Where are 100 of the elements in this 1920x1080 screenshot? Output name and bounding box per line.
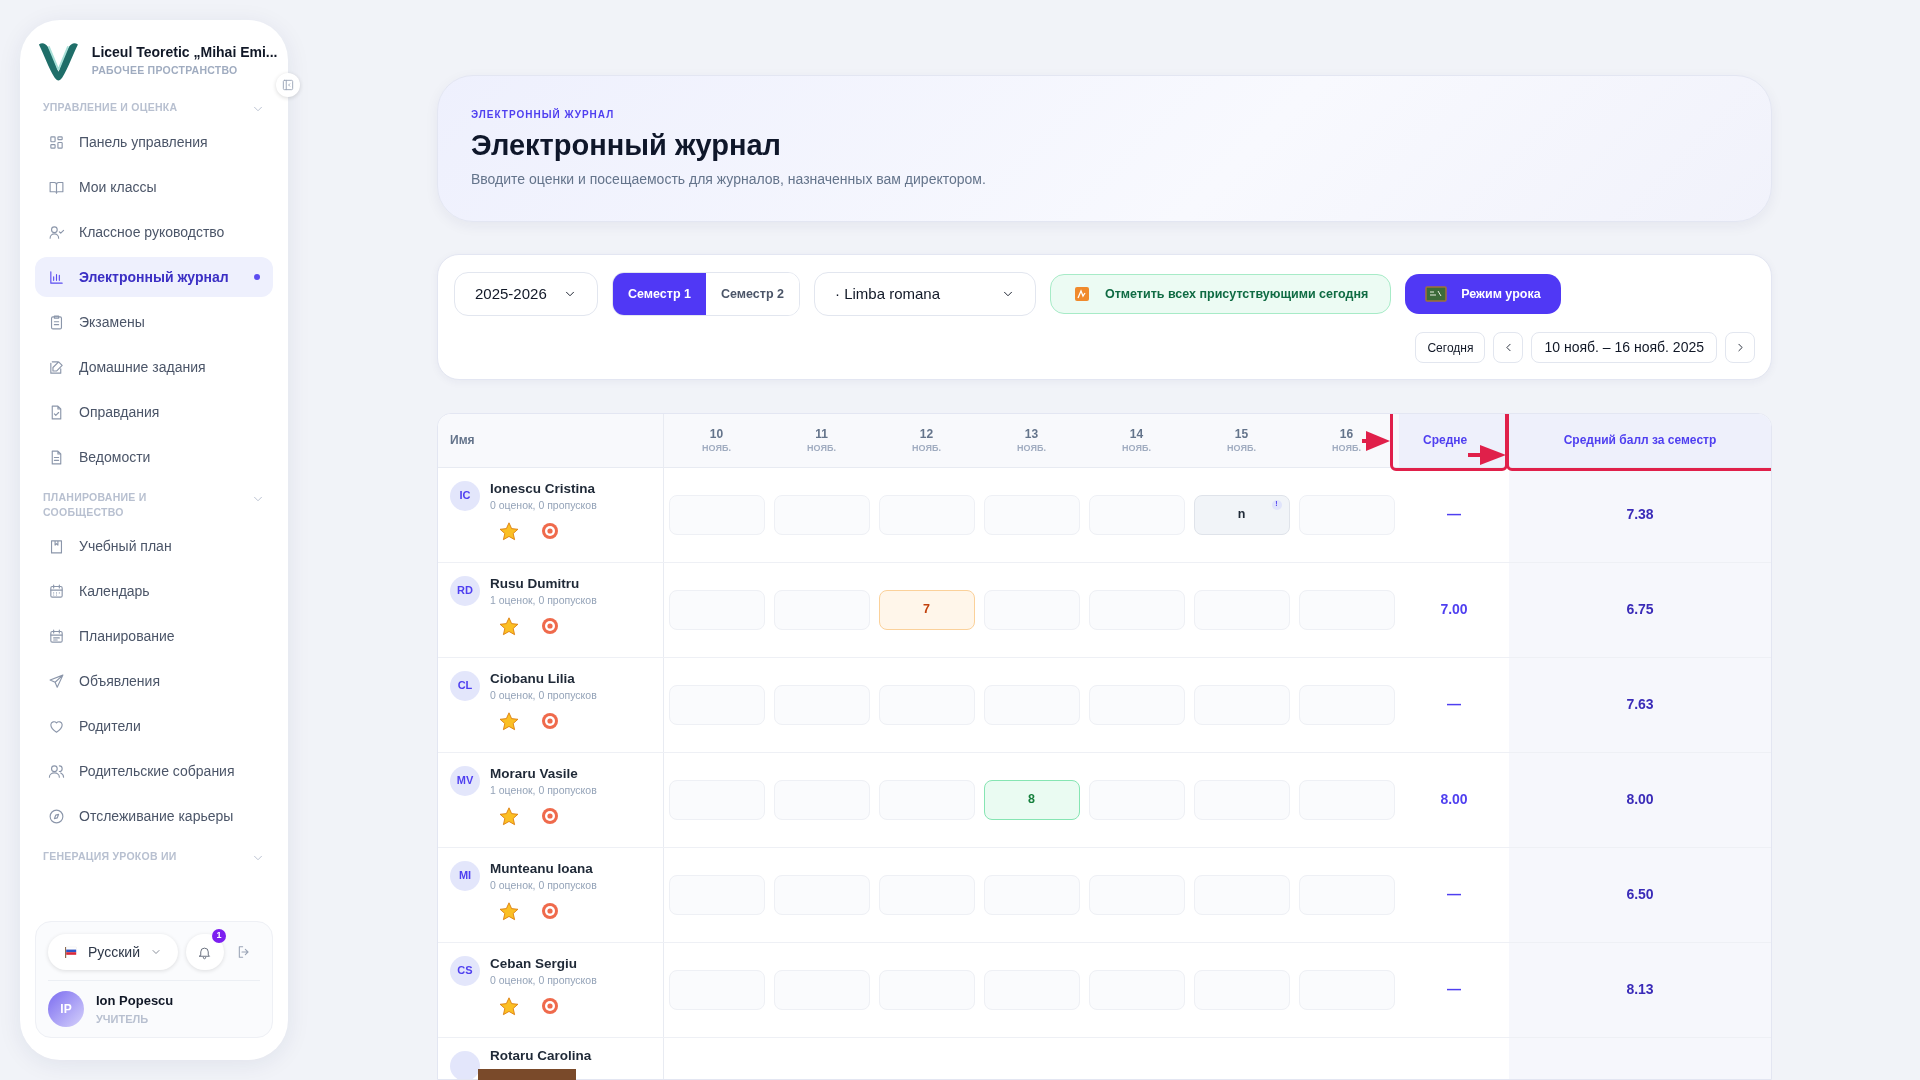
- day-column-header: 10 НОЯБ.: [702, 426, 731, 454]
- page-title: Электронный журнал: [471, 128, 782, 163]
- chalkboard-icon: [1425, 286, 1448, 303]
- sidebar-item[interactable]: Родители: [35, 706, 273, 746]
- average-value: —: [1447, 885, 1461, 904]
- star-icon: [499, 996, 519, 1016]
- flag-icon: [64, 946, 78, 958]
- average-value: —: [1447, 505, 1461, 524]
- semester-average-value: 8.00: [1626, 790, 1654, 809]
- student-name: Rotaru Carolina: [490, 1046, 592, 1065]
- menu-item-icon: [48, 762, 65, 780]
- menu-item-icon: [48, 268, 65, 286]
- student-avatar: IC: [450, 480, 480, 511]
- menu-item-icon: [48, 627, 65, 645]
- target-icon: [541, 996, 559, 1015]
- star-icon: [499, 616, 519, 636]
- student-avatar: CL: [450, 670, 480, 701]
- student-name: Ciobanu Lilia: [490, 669, 576, 688]
- mark-all-present-button[interactable]: Отметить всех присутствующими сегодня: [1049, 274, 1392, 315]
- day-column-header: 12 НОЯБ.: [912, 426, 941, 454]
- student-stats: 0 оценок, 0 пропусков: [490, 687, 597, 702]
- sidebar-item[interactable]: Отслеживание карьеры: [35, 796, 273, 836]
- user-avatar: IP: [48, 991, 84, 1027]
- grade-cell[interactable]: 8: [983, 779, 1080, 820]
- menu-item-icon: [48, 672, 65, 690]
- student-stats: 1 оценок, 0 пропусков: [490, 782, 597, 797]
- next-week-button[interactable]: [1725, 332, 1755, 364]
- page-eyebrow: ЭЛЕКТРОННЫЙ ЖУРНАЛ: [471, 107, 616, 122]
- student-avatar: CS: [450, 955, 480, 986]
- star-icon: [499, 711, 519, 731]
- sidebar-item[interactable]: Электронный журнал: [35, 257, 273, 297]
- day-column-header: 11 НОЯБ.: [807, 426, 836, 454]
- star-icon: [499, 806, 519, 826]
- semester-average-value: 6.50: [1626, 885, 1654, 904]
- menu-item-icon: [48, 313, 65, 331]
- student-name: Rusu Dumitru: [490, 574, 581, 593]
- workspace-label: РАБОЧЕЕ ПРОСТРАНСТВО: [91, 62, 239, 78]
- today-button[interactable]: Сегодня: [1415, 332, 1486, 364]
- menu-item-icon: [48, 537, 65, 555]
- sidebar-item[interactable]: Планирование: [35, 616, 273, 656]
- semester-tab[interactable]: Семестр 1: [613, 273, 706, 316]
- sidebar-item[interactable]: Учебный план: [35, 526, 273, 566]
- previous-week-button[interactable]: [1493, 332, 1524, 364]
- day-column-header: 13 НОЯБ.: [1017, 426, 1046, 454]
- star-icon: [499, 521, 519, 541]
- target-icon: [541, 711, 559, 730]
- grade-cell[interactable]: 7: [878, 589, 975, 630]
- target-icon: [541, 806, 559, 825]
- section-heading: ПЛАНИРОВАНИЕ И СООБЩЕСТВО: [43, 490, 148, 520]
- sidebar-item[interactable]: Мои классы: [35, 167, 273, 207]
- sidebar-item[interactable]: Экзамены: [35, 302, 273, 342]
- day-column-header: 14 НОЯБ.: [1122, 426, 1151, 454]
- semester-average-value: 7.38: [1626, 505, 1654, 524]
- sidebar-item[interactable]: Родительские собрания: [35, 751, 273, 791]
- student-stats: 0 оценок, 0 пропусков: [490, 497, 597, 512]
- sidebar-item[interactable]: Ведомости: [35, 437, 273, 477]
- menu-item-icon: [48, 358, 65, 376]
- average-value: —: [1447, 695, 1461, 714]
- day-column-header: 16 НОЯБ.: [1332, 426, 1361, 454]
- sidebar-item[interactable]: Панель управления: [35, 122, 273, 162]
- column-header: Средне: [1423, 432, 1468, 449]
- menu-item-icon: [48, 223, 65, 241]
- student-avatar: MI: [450, 860, 480, 891]
- semester-average-value: 6.75: [1626, 600, 1654, 619]
- target-icon: [541, 521, 559, 540]
- menu-item-icon: [48, 582, 65, 600]
- panel-collapse-icon: [281, 78, 295, 92]
- column-header: Имя: [450, 432, 475, 449]
- star-icon: [499, 901, 519, 921]
- average-value: 8.00: [1440, 790, 1468, 809]
- student-name: Ionescu Cristina: [490, 479, 597, 498]
- menu-item-icon: [48, 807, 65, 825]
- semester-average-value: 7.63: [1626, 695, 1654, 714]
- student-name: Moraru Vasile: [490, 764, 579, 783]
- notebook-icon: [1072, 285, 1091, 304]
- sidebar-item[interactable]: Объявления: [35, 661, 273, 701]
- sidebar-item[interactable]: Календарь: [35, 571, 273, 611]
- year-select[interactable]: 2025-2026: [454, 272, 598, 317]
- student-stats: 0 оценок, 0 пропусков: [490, 877, 597, 892]
- section-heading: УПРАВЛЕНИЕ И ОЦЕНКА: [43, 100, 178, 115]
- menu-item-icon: [48, 133, 65, 151]
- target-icon: [541, 616, 559, 635]
- sidebar-item[interactable]: Классное руководство: [35, 212, 273, 252]
- average-value: 7.00: [1440, 600, 1468, 619]
- student-name: Ceban Sergiu: [490, 954, 579, 973]
- student-stats: 0 оценок, 0 пропусков: [490, 972, 597, 987]
- notification-count: 1: [211, 929, 226, 943]
- language-select[interactable]: Русский: [48, 934, 178, 970]
- page-subtitle: Вводите оценки и посещаемость для журналов, назначенных вам директором.: [471, 170, 987, 189]
- subject-select[interactable]: · Limba romana: [813, 272, 1036, 317]
- notifications-button[interactable]: [185, 934, 224, 970]
- sidebar-item[interactable]: Оправдания: [35, 392, 273, 432]
- lesson-mode-button[interactable]: Режим урока: [1405, 274, 1561, 315]
- target-icon: [541, 901, 559, 920]
- collapse-sidebar-button[interactable]: [276, 73, 300, 97]
- average-value: —: [1447, 980, 1461, 999]
- sidebar-item[interactable]: Домашние задания: [35, 347, 273, 387]
- column-header: Средний балл за семестр: [1563, 432, 1717, 449]
- user-role: УЧИТЕЛЬ: [96, 1011, 150, 1027]
- bell-icon: [197, 944, 213, 960]
